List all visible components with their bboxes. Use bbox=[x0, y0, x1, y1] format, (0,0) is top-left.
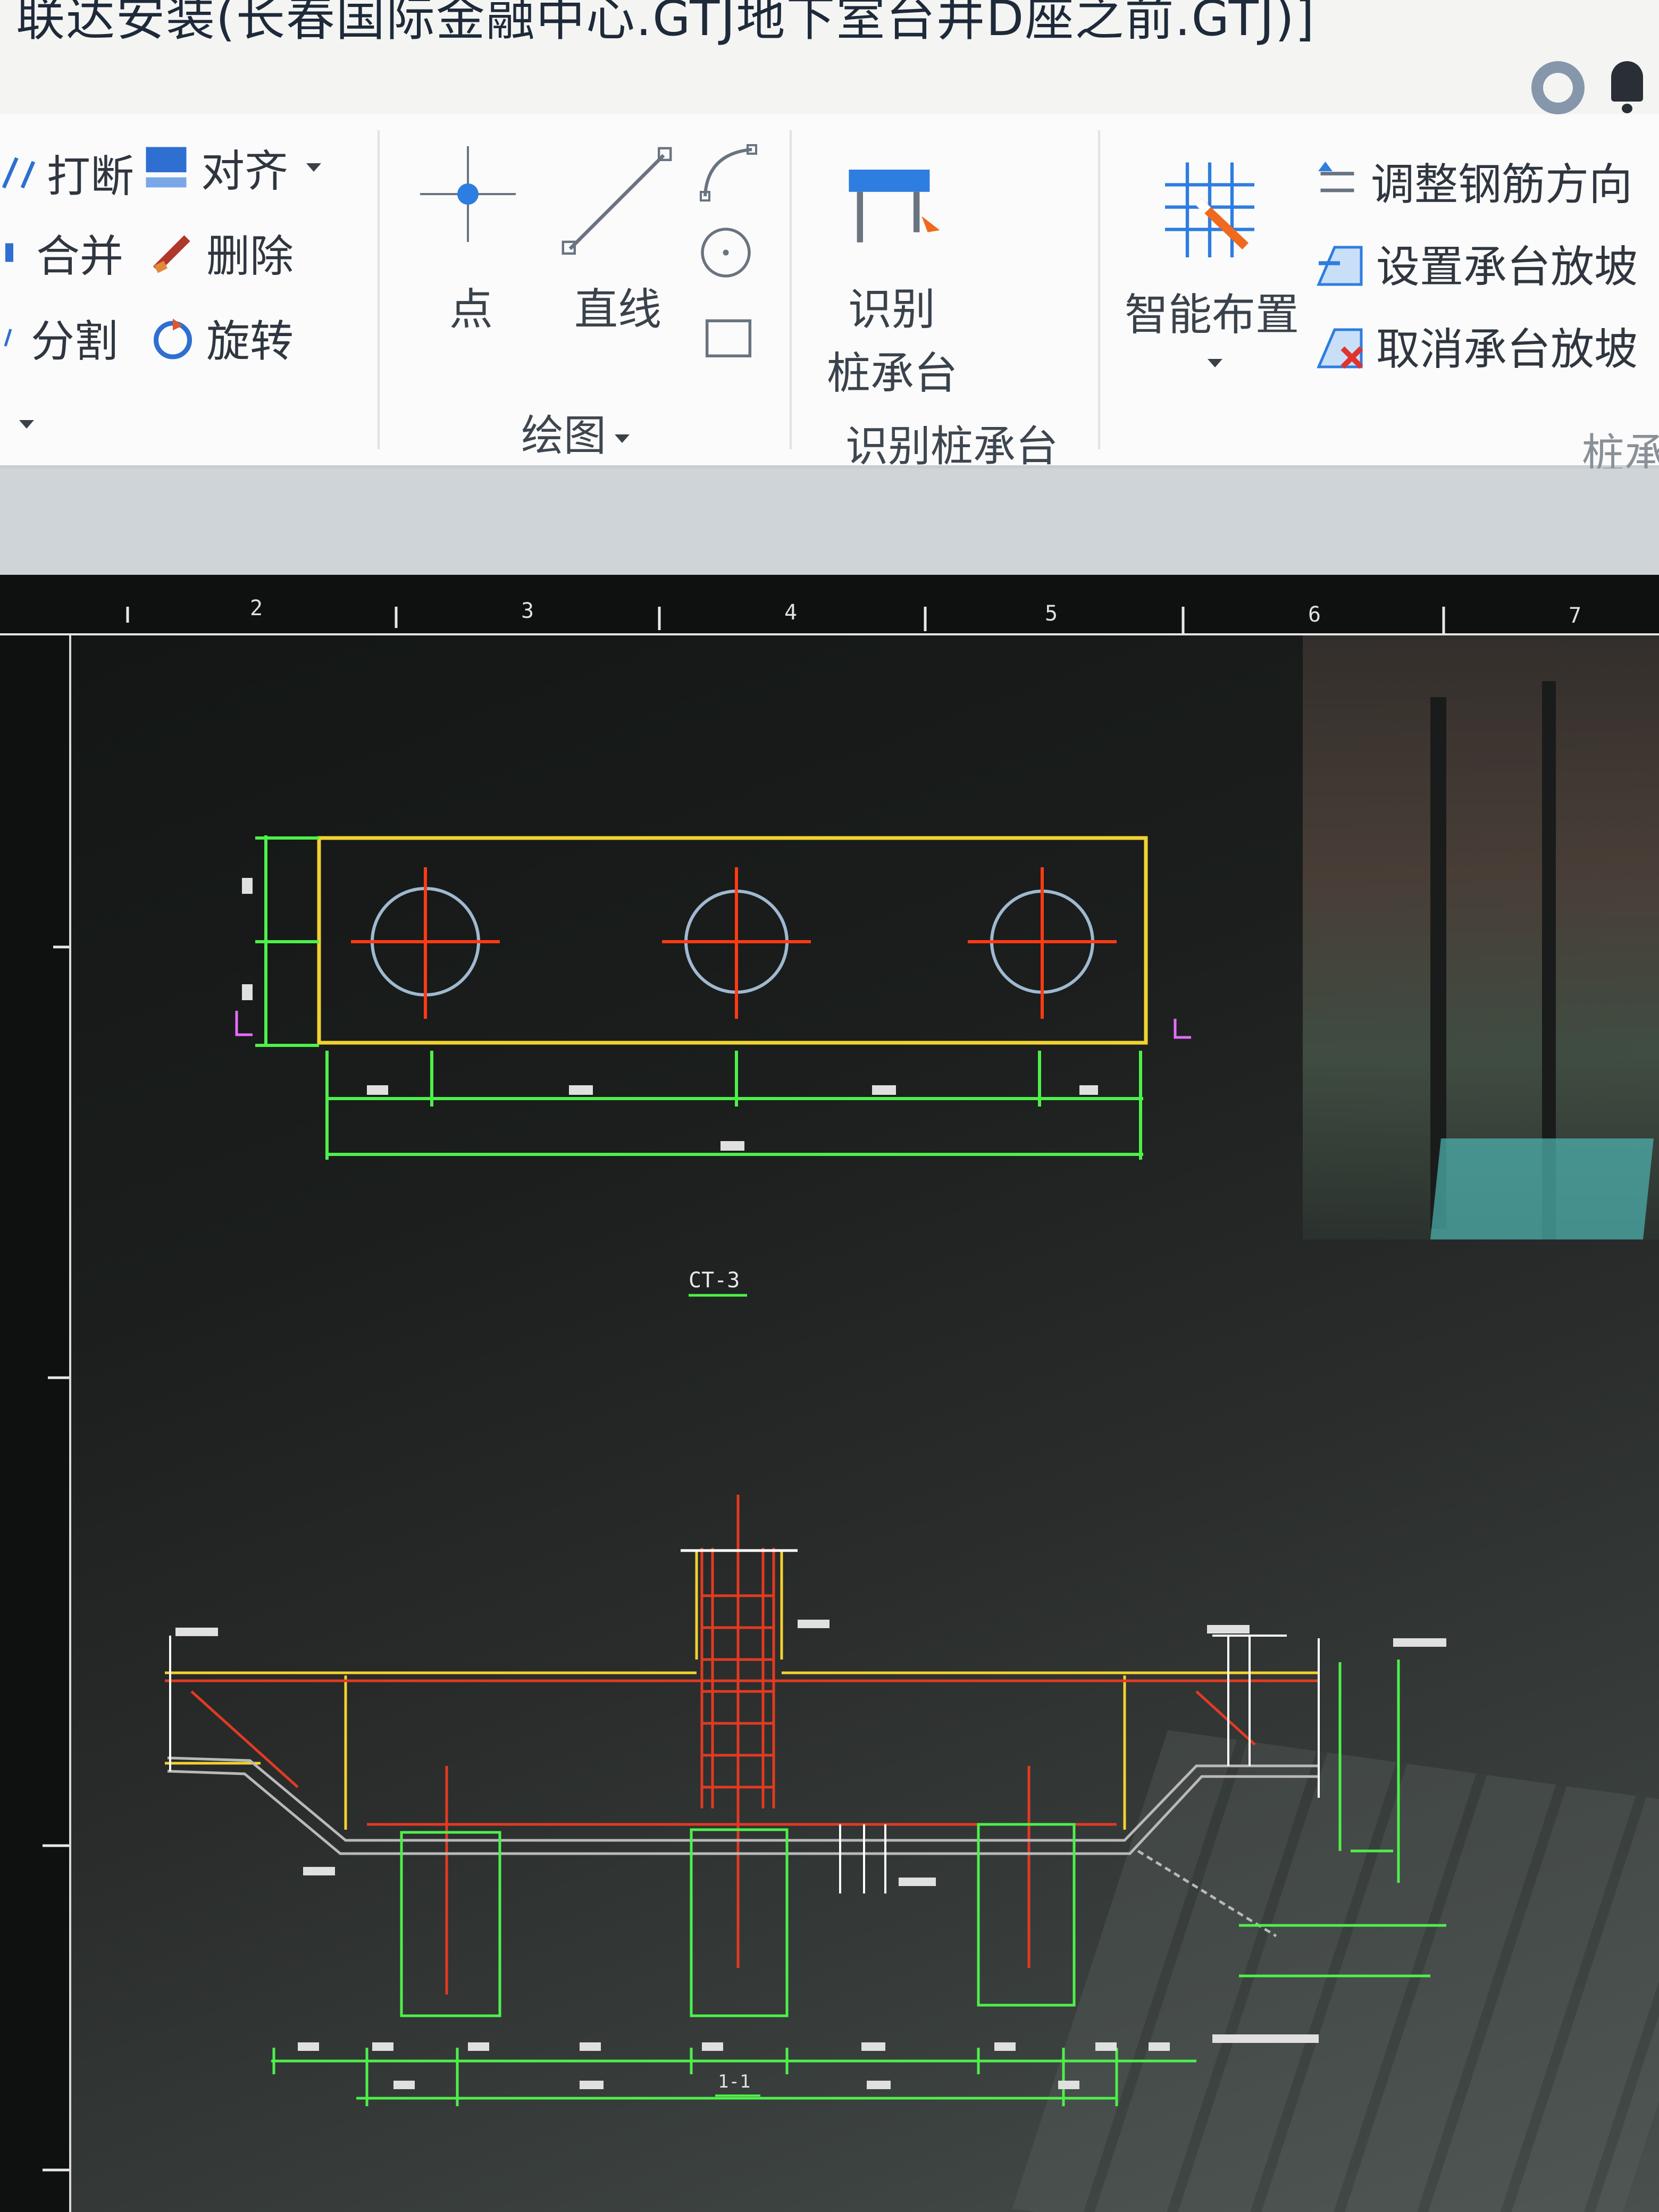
split-button[interactable]: 分割 bbox=[0, 306, 118, 369]
rotate-label: 旋转 bbox=[206, 316, 294, 367]
drawing-canvas[interactable]: 2 3 4 5 6 7 CT-3 1-1 bbox=[0, 575, 1659, 2212]
align-icon bbox=[146, 147, 187, 188]
merge-button[interactable]: 合并 bbox=[0, 221, 123, 284]
group-separator bbox=[378, 130, 380, 449]
pile-section bbox=[400, 1831, 501, 2017]
rotate-button[interactable]: 旋转 bbox=[149, 306, 294, 369]
window-title: 联达安装(长春国际金融中心.GTJ地下室台井D座之前.GTJ)] bbox=[16, 0, 1316, 47]
panel-gap-strip bbox=[0, 468, 1659, 575]
set-cap-slope-button[interactable]: 设置承台放坡 bbox=[1313, 231, 1638, 295]
split-icon bbox=[4, 328, 12, 347]
title-bar: 联达安装(长春国际金融中心.GTJ地下室台井D座之前.GTJ)] bbox=[0, 0, 1659, 114]
dimension-text-marks bbox=[242, 878, 1098, 1151]
smart-layout-caret[interactable] bbox=[1208, 359, 1222, 367]
cancel-slope-label: 取消承台放坡 bbox=[1376, 324, 1638, 375]
adjust-rebar-label: 调整钢筋方向 bbox=[1371, 160, 1633, 210]
ribbon-toolbar: 打断 合并 分割 对齐 删除 旋转 点 直线 绘图 识别 桩承台 识别桩承台 智… bbox=[0, 114, 1659, 479]
adjust-rebar-icon bbox=[1318, 161, 1354, 192]
rectangle-icon[interactable] bbox=[697, 311, 760, 370]
draw-group-title-text: 绘图 bbox=[521, 411, 606, 460]
break-label: 打断 bbox=[47, 152, 135, 202]
set-slope-label: 设置承台放坡 bbox=[1376, 242, 1638, 292]
align-label: 对齐 bbox=[201, 146, 289, 197]
draw-group-caret[interactable] bbox=[615, 434, 630, 443]
section-marker bbox=[1174, 1019, 1191, 1039]
set-slope-icon bbox=[1317, 246, 1363, 286]
user-avatar-icon[interactable] bbox=[1531, 61, 1585, 114]
recognize-pile-cap-line1[interactable]: 识别 bbox=[848, 274, 935, 337]
align-dropdown-caret[interactable] bbox=[306, 163, 322, 172]
pile-cap-plan: CT-3 bbox=[235, 835, 1191, 1297]
section-label: 1-1 bbox=[718, 2071, 750, 2092]
group-separator bbox=[790, 130, 792, 449]
ruler-ticks-left bbox=[43, 945, 69, 2172]
cad-drawing[interactable]: CT-3 1-1 bbox=[0, 575, 1659, 2212]
align-button[interactable]: 对齐 bbox=[141, 136, 322, 199]
ruler-ticks-top bbox=[126, 607, 1445, 634]
merge-label: 合并 bbox=[36, 231, 124, 282]
cancel-cap-slope-button[interactable]: 取消承台放坡 bbox=[1313, 314, 1638, 377]
pile-cap-section: 1-1 bbox=[165, 1495, 1446, 2106]
point-label[interactable]: 点 bbox=[449, 274, 493, 337]
modify-group-expand-caret[interactable] bbox=[19, 420, 34, 429]
merge-icon bbox=[5, 243, 13, 262]
cap-slope-outline bbox=[167, 1756, 1319, 1842]
split-label: 分割 bbox=[31, 316, 119, 367]
section-marker bbox=[235, 1011, 253, 1036]
title-right-tools bbox=[1531, 56, 1648, 114]
group-separator bbox=[1098, 130, 1100, 449]
line-label[interactable]: 直线 bbox=[574, 274, 661, 337]
break-button[interactable]: 打断 bbox=[0, 141, 134, 204]
line-icon[interactable] bbox=[558, 144, 675, 261]
bell-icon[interactable] bbox=[1606, 61, 1648, 114]
recognize-group-title: 识别桩承台 bbox=[845, 422, 1058, 471]
delete-icon bbox=[153, 234, 190, 273]
rotate-icon bbox=[154, 318, 192, 359]
cancel-slope-icon bbox=[1317, 328, 1363, 369]
smart-layout-label[interactable]: 智能布置 bbox=[1125, 279, 1299, 342]
pile-section bbox=[977, 1823, 1076, 2007]
recognize-pile-cap-line2[interactable]: 桩承台 bbox=[827, 338, 958, 401]
smart-layout-icon[interactable] bbox=[1154, 157, 1266, 269]
draw-group-title[interactable]: 绘图 bbox=[521, 401, 630, 463]
adjust-rebar-direction-button[interactable]: 调整钢筋方向 bbox=[1313, 149, 1632, 212]
circle-icon[interactable] bbox=[697, 223, 755, 282]
arc-icon[interactable] bbox=[697, 141, 760, 205]
plan-label: CT-3 bbox=[689, 1268, 740, 1293]
pile-cap-icon[interactable] bbox=[843, 160, 944, 261]
delete-label: 删除 bbox=[206, 231, 294, 282]
delete-button[interactable]: 删除 bbox=[149, 221, 294, 284]
break-icon bbox=[2, 157, 36, 188]
point-icon[interactable] bbox=[415, 141, 521, 247]
